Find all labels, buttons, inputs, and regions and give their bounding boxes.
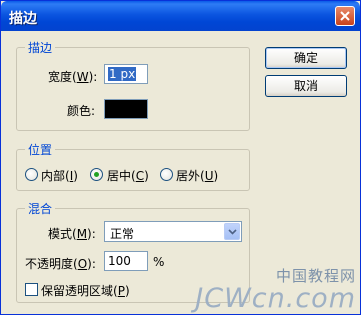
opacity-value: 100 xyxy=(108,254,131,268)
mode-dropdown-button[interactable] xyxy=(224,223,240,240)
watermark: 中国教程网 JCWcn.com xyxy=(195,265,356,312)
opacity-label: 不透明度(O): xyxy=(25,257,96,271)
mode-label: 模式(M): xyxy=(48,227,96,241)
watermark-url: JCWcn.com xyxy=(195,283,356,314)
opacity-input[interactable]: 100 xyxy=(104,251,148,271)
preserve-transparency-label: 保留透明区域(P) xyxy=(41,284,130,298)
mode-select[interactable]: 正常 xyxy=(104,221,242,242)
color-label: 颜色: xyxy=(67,104,96,118)
radio-center-label: 居中(C) xyxy=(107,169,149,183)
radio-inside[interactable] xyxy=(25,168,38,181)
position-group-label: 位置 xyxy=(25,141,56,158)
cancel-button[interactable]: 取消 xyxy=(265,75,347,97)
width-value: 1 px xyxy=(108,67,137,81)
radio-inside-label: 内部(I) xyxy=(41,169,78,183)
width-label: 宽度(W): xyxy=(48,70,98,84)
preserve-transparency-checkbox[interactable] xyxy=(25,283,38,296)
radio-center-selected-dot xyxy=(94,172,99,177)
ok-button[interactable]: 确定 xyxy=(265,47,347,69)
radio-outside-label: 居外(U) xyxy=(176,169,219,183)
width-input[interactable]: 1 px xyxy=(104,64,148,84)
opacity-unit: % xyxy=(153,255,165,269)
stroke-group-label: 描边 xyxy=(25,39,56,56)
title-bar[interactable]: 描边 xyxy=(1,1,360,31)
radio-outside[interactable] xyxy=(160,168,173,181)
color-swatch[interactable] xyxy=(104,99,148,119)
close-button[interactable] xyxy=(335,6,355,26)
stroke-dialog: 描边 描边 宽度(W): 1 px 颜色: 位置 内部(I) 居中(C) 居外(… xyxy=(0,0,361,315)
mode-value: 正常 xyxy=(110,227,135,241)
blend-group-label: 混合 xyxy=(25,200,56,217)
radio-center[interactable] xyxy=(90,168,103,181)
window-title: 描边 xyxy=(9,11,37,27)
